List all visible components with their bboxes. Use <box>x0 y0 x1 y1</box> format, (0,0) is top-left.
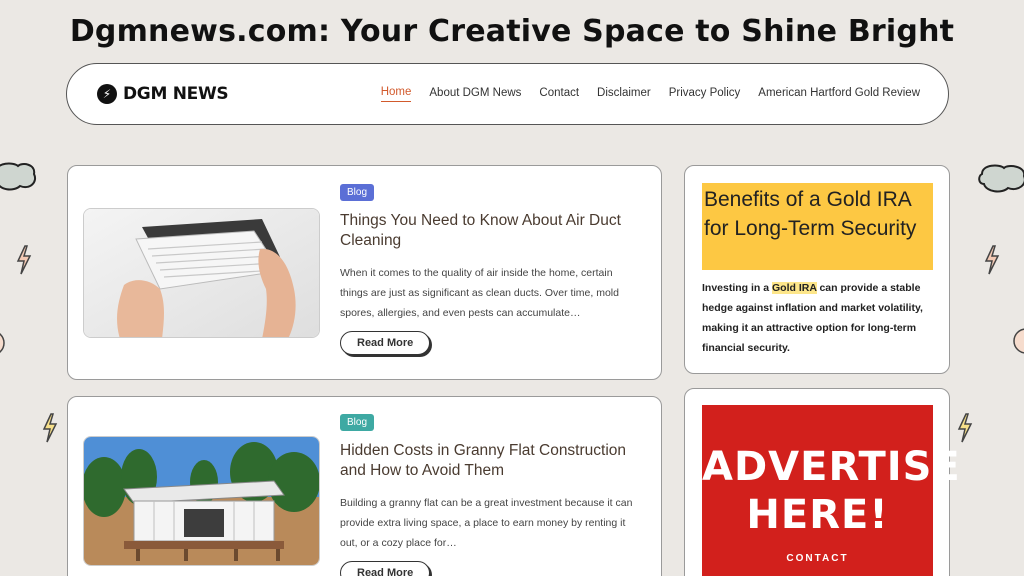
post-body: Blog Hidden Costs in Granny Flat Constru… <box>340 412 641 576</box>
promo-text-before: Investing in a <box>702 282 773 294</box>
category-badge[interactable]: Blog <box>340 184 375 201</box>
lightning-icon <box>957 413 973 443</box>
gold-ira-link[interactable]: Gold IRA <box>772 282 817 294</box>
post-excerpt: When it comes to the quality of air insi… <box>340 267 619 319</box>
logo-text: DGM NEWS <box>123 84 229 104</box>
nav-american-hartford-gold-review[interactable]: American Hartford Gold Review <box>758 87 920 102</box>
read-more-button[interactable]: Read More <box>340 561 431 576</box>
ad-line-1: ADVERTISE <box>702 444 961 490</box>
post-title[interactable]: Hidden Costs in Granny Flat Construction… <box>340 441 641 481</box>
post-card: Blog Hidden Costs in Granny Flat Constru… <box>67 396 662 576</box>
post-title[interactable]: Things You Need to Know About Air Duct C… <box>340 211 641 251</box>
lightning-icon <box>42 413 58 443</box>
lightning-icon <box>984 245 1000 275</box>
site-header: ⚡ DGM NEWS Home About DGM News Contact D… <box>66 63 949 125</box>
ad-line-3: CONTACT <box>786 553 849 564</box>
promo-title: Benefits of a Gold IRA for Long-Term Sec… <box>704 188 917 240</box>
banner-title: Dgmnews.com: Your Creative Space to Shin… <box>69 14 955 49</box>
cloud-decoration-right <box>978 164 1024 193</box>
category-badge[interactable]: Blog <box>340 414 375 431</box>
nav-about[interactable]: About DGM News <box>429 87 521 102</box>
promo-banner[interactable]: Benefits of a Gold IRA for Long-Term Sec… <box>702 183 933 270</box>
circle-decoration <box>0 333 5 353</box>
nav-home[interactable]: Home <box>380 86 412 102</box>
lightning-icon <box>16 245 32 275</box>
lightning-logo-icon: ⚡ <box>97 84 117 104</box>
sidebar-ad-card: ADVERTISE HERE! CONTACT <box>684 388 961 576</box>
main-nav: Home About DGM News Contact Disclaimer P… <box>380 86 920 102</box>
post-card: Blog Things You Need to Know About Air D… <box>67 165 662 380</box>
post-excerpt: Building a granny flat can be a great in… <box>340 497 633 549</box>
advertise-here-banner[interactable]: ADVERTISE HERE! CONTACT <box>702 405 961 576</box>
cloud-decoration-left <box>0 162 36 191</box>
circle-decoration <box>1013 328 1024 354</box>
nav-privacy-policy[interactable]: Privacy Policy <box>669 87 741 102</box>
nav-contact[interactable]: Contact <box>539 87 579 102</box>
post-thumbnail-air-vent[interactable] <box>83 208 320 338</box>
ad-line-2: HERE! <box>746 492 889 538</box>
sidebar-promo-card: Benefits of a Gold IRA for Long-Term Sec… <box>684 165 950 374</box>
post-body: Blog Things You Need to Know About Air D… <box>340 182 641 355</box>
read-more-button[interactable]: Read More <box>340 331 431 355</box>
post-thumbnail-granny-flat[interactable] <box>83 436 320 566</box>
promo-text: Investing in a Gold IRA can provide a st… <box>702 278 934 358</box>
nav-disclaimer[interactable]: Disclaimer <box>597 87 651 102</box>
site-logo[interactable]: ⚡ DGM NEWS <box>97 84 229 104</box>
